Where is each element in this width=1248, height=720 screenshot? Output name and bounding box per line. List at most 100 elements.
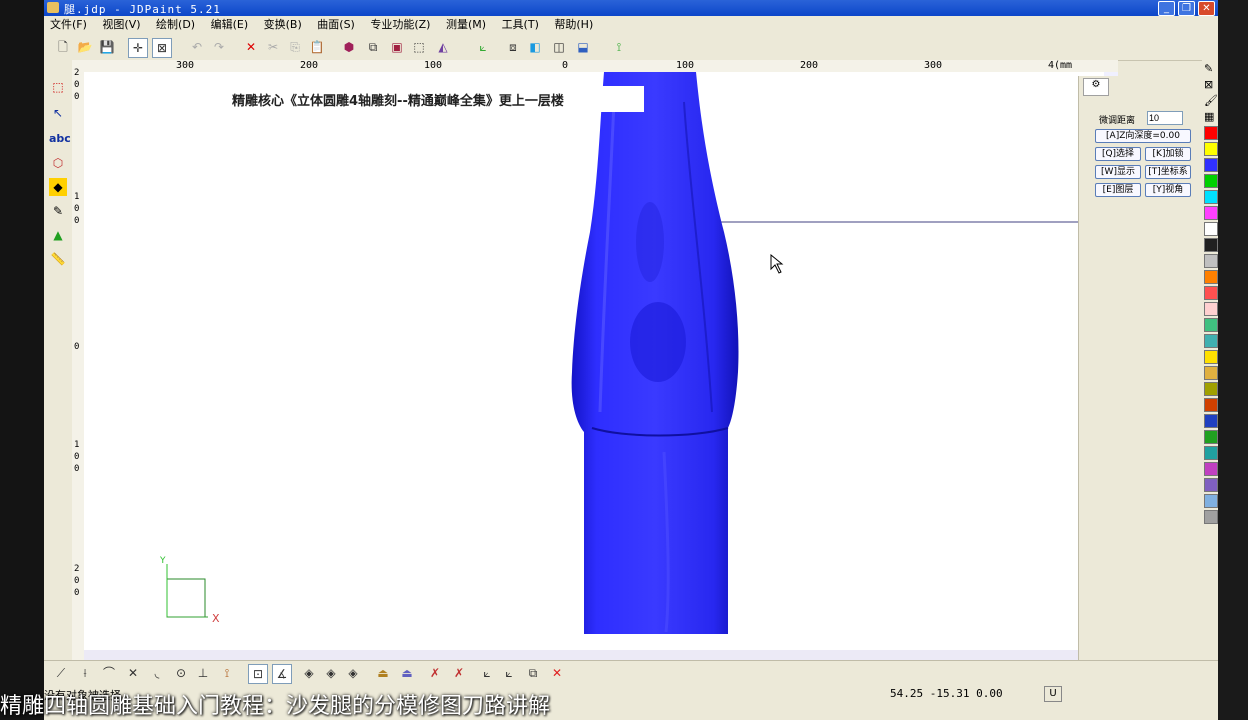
menu-edit[interactable]: 编辑(E) xyxy=(211,16,249,34)
brush-icon[interactable]: 🖌 xyxy=(1204,94,1218,107)
axis-icon[interactable]: ⟀ xyxy=(474,38,492,56)
horizontal-scrollbar[interactable] xyxy=(84,650,1118,660)
color-swatch[interactable] xyxy=(1204,430,1218,444)
layer-button[interactable]: [E]图层 xyxy=(1095,183,1141,197)
cancel-snap-icon[interactable]: ✕ xyxy=(548,664,566,682)
color-swatch[interactable] xyxy=(1204,190,1218,204)
box-view-icon[interactable]: ⧉ xyxy=(364,38,382,56)
color-swatch[interactable] xyxy=(1204,158,1218,172)
view-dropdown-icon[interactable]: ⬓ xyxy=(574,38,592,56)
measure-dist-icon[interactable]: ⟀ xyxy=(478,664,496,682)
color-swatch[interactable] xyxy=(1204,510,1218,524)
iso-view-icon[interactable]: ◧ xyxy=(526,38,544,56)
color-swatch[interactable] xyxy=(1204,398,1218,412)
panel-tab-icon[interactable]: ⚙ xyxy=(1083,78,1109,96)
close-icon[interactable]: ✕ xyxy=(1198,1,1215,16)
measure-angle-icon[interactable]: ⟀ xyxy=(500,664,518,682)
angle-snap-icon[interactable]: ∡ xyxy=(272,664,292,684)
tangent-snap-icon[interactable]: ◟ xyxy=(148,664,166,682)
color-swatch[interactable] xyxy=(1204,238,1218,252)
color-swatch[interactable] xyxy=(1204,382,1218,396)
copy-icon[interactable]: ⎘ xyxy=(286,38,304,56)
lock-button[interactable]: [K]加锁 xyxy=(1145,147,1191,161)
shape-tool-icon[interactable]: ⬡ xyxy=(49,154,67,172)
color-swatch[interactable] xyxy=(1204,318,1218,332)
color-swatch[interactable] xyxy=(1204,478,1218,492)
menu-surface[interactable]: 曲面(S) xyxy=(317,16,355,34)
color-swatch[interactable] xyxy=(1204,494,1218,508)
end-snap-icon[interactable]: ⟊ xyxy=(76,664,94,682)
color-swatch[interactable] xyxy=(1204,270,1218,284)
menu-special[interactable]: 专业功能(Z) xyxy=(370,16,430,34)
grid-snap-icon[interactable]: ⊡ xyxy=(248,664,268,684)
drawing-canvas[interactable]: 精雕核心《立体圆雕4轴雕刻--精通巅峰全集》更上一层楼 Y X xyxy=(84,72,1104,650)
view-angle-button[interactable]: [Y]视角 xyxy=(1145,183,1191,197)
color-swatch[interactable] xyxy=(1204,446,1218,460)
pick-arrow-icon[interactable]: ↖ xyxy=(49,104,67,122)
menu-help[interactable]: 帮助(H) xyxy=(554,16,593,34)
arc-snap-icon[interactable]: ⌒ xyxy=(100,664,118,682)
menu-draw[interactable]: 绘制(D) xyxy=(156,16,195,34)
crosshair-icon[interactable]: ✛ xyxy=(128,38,148,58)
color-swatch[interactable] xyxy=(1204,206,1218,220)
menu-file[interactable]: 文件(F) xyxy=(50,16,87,34)
undo-icon[interactable]: ↶ xyxy=(188,38,206,56)
color-swatch[interactable] xyxy=(1204,414,1218,428)
project-2-icon[interactable]: ⏏ xyxy=(398,664,416,682)
color-swatch[interactable] xyxy=(1204,142,1218,156)
menu-transform[interactable]: 变换(B) xyxy=(264,16,302,34)
trim-icon[interactable]: ✗ xyxy=(426,664,444,682)
menu-measure[interactable]: 测量(M) xyxy=(446,16,486,34)
intersect-snap-icon[interactable]: ✕ xyxy=(124,664,142,682)
no-color-icon[interactable]: ⊠ xyxy=(1204,78,1213,91)
color-swatch[interactable] xyxy=(1204,302,1218,316)
select-button[interactable]: [Q]选择 xyxy=(1095,147,1141,161)
diamond-snap-3-icon[interactable]: ◈ xyxy=(344,664,362,682)
minimize-icon[interactable]: _ xyxy=(1158,1,1175,16)
color-swatch[interactable] xyxy=(1204,174,1218,188)
grid-tool-icon[interactable]: ⧉ xyxy=(524,664,542,682)
solid-box-icon[interactable]: ▣ xyxy=(388,38,406,56)
circle-snap-icon[interactable]: ⊙ xyxy=(172,664,190,682)
redo-icon[interactable]: ↷ xyxy=(210,38,228,56)
new-file-icon[interactable]: 🗋 xyxy=(54,38,72,56)
diamond-snap-icon[interactable]: ◈ xyxy=(300,664,318,682)
color-swatch[interactable] xyxy=(1204,126,1218,140)
color-swatch[interactable] xyxy=(1204,350,1218,364)
cut-icon[interactable]: ✂ xyxy=(264,38,282,56)
shaded-view-icon[interactable]: ⬢ xyxy=(340,38,358,56)
z-depth-button[interactable]: [A]Z向深度=0.00 xyxy=(1095,129,1191,143)
fine-tune-input[interactable] xyxy=(1147,111,1183,125)
measure-icon[interactable]: 📏 xyxy=(49,250,67,268)
save-icon[interactable]: 💾 xyxy=(98,38,116,56)
menu-view[interactable]: 视图(V) xyxy=(102,16,140,34)
show-button[interactable]: [W]显示 xyxy=(1095,165,1141,179)
perpendicular-snap-icon[interactable]: ⊥ xyxy=(194,664,212,682)
front-view-icon[interactable]: ⧈ xyxy=(504,38,522,56)
coordinate-icon[interactable]: ⟟ xyxy=(610,38,628,56)
color-swatch[interactable] xyxy=(1204,254,1218,268)
pencil-icon[interactable]: ✎ xyxy=(1204,62,1213,75)
open-file-icon[interactable]: 📂 xyxy=(76,38,94,56)
color-swatch[interactable] xyxy=(1204,462,1218,476)
delete-icon[interactable]: ✕ xyxy=(242,38,260,56)
trim-2-icon[interactable]: ✗ xyxy=(450,664,468,682)
nearest-snap-icon[interactable]: ⟟ xyxy=(218,664,236,682)
wire-box-icon[interactable]: ⬚ xyxy=(410,38,428,56)
pen-icon[interactable]: ✎ xyxy=(49,202,67,220)
color-swatch[interactable] xyxy=(1204,286,1218,300)
eraser-icon[interactable]: ◆ xyxy=(49,178,67,196)
diamond-snap-2-icon[interactable]: ◈ xyxy=(322,664,340,682)
rect-select-icon[interactable]: ⬚ xyxy=(49,78,67,96)
coord-system-button[interactable]: [T]坐标系 xyxy=(1145,165,1191,179)
project-icon[interactable]: ⏏ xyxy=(374,664,392,682)
select-box-icon[interactable]: ⊠ xyxy=(152,38,172,58)
surface-view-icon[interactable]: ◭ xyxy=(434,38,452,56)
menu-tools[interactable]: 工具(T) xyxy=(502,16,539,34)
color-swatch[interactable] xyxy=(1204,334,1218,348)
color-swatch[interactable] xyxy=(1204,366,1218,380)
restore-icon[interactable]: ❐ xyxy=(1178,1,1195,16)
line-snap-icon[interactable]: ⟋ xyxy=(52,664,70,682)
pattern-icon[interactable]: ▦ xyxy=(1204,110,1214,123)
paste-icon[interactable]: 📋 xyxy=(308,38,326,56)
